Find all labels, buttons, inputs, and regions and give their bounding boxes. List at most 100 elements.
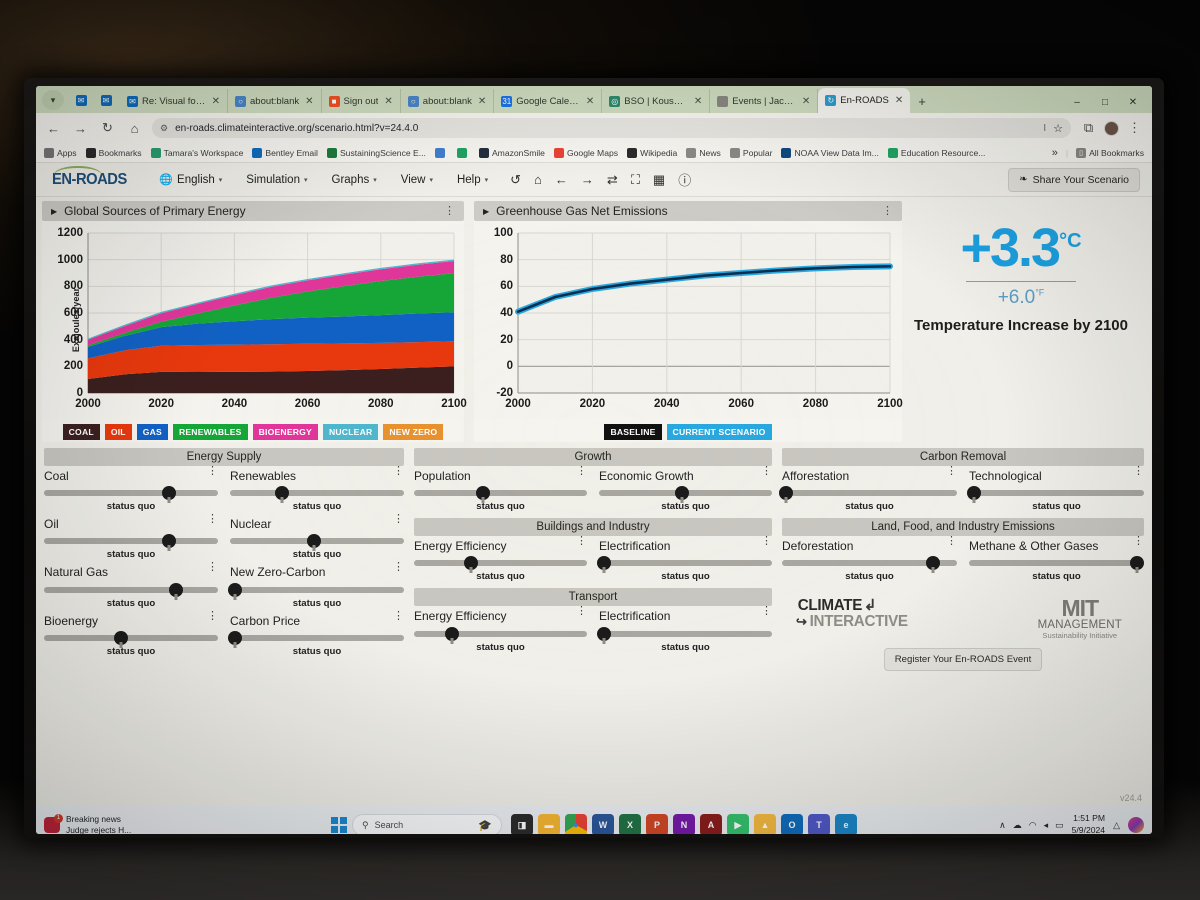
legend-item-nuclear[interactable]: NUCLEAR — [322, 424, 379, 440]
slider-menu-icon[interactable]: ⋮ — [946, 466, 957, 476]
forward-arrow-icon[interactable]: → — [581, 172, 594, 187]
slider-knob[interactable] — [778, 486, 793, 501]
slider-menu-icon[interactable]: ⋮ — [1133, 466, 1144, 476]
browser-tab-6[interactable]: Events | Jacob's ✕ — [710, 89, 819, 113]
fullscreen-icon[interactable]: ⛶ — [631, 172, 640, 188]
slider-track[interactable] — [967, 486, 1144, 501]
windows-logo-icon[interactable] — [331, 817, 347, 833]
slider-track[interactable] — [414, 556, 587, 571]
all-bookmarks-button[interactable]: ▯ All Bookmarks — [1076, 147, 1144, 158]
tab-close-button[interactable]: ✕ — [210, 96, 222, 107]
browser-tab-5[interactable]: ◎ BSO | Koussevit ✕ — [602, 89, 711, 113]
slider-economic-growth[interactable]: Economic Growth ⋮ status quo — [599, 466, 772, 518]
slider-knob[interactable] — [162, 534, 177, 549]
share-scenario-button[interactable]: ❧ Share Your Scenario — [1008, 167, 1140, 192]
slider-afforestation[interactable]: Afforestation ⋮ status quo — [778, 466, 957, 518]
register-event-button[interactable]: Register Your En-ROADS Event — [883, 648, 1043, 672]
browser-tab-2[interactable]: ■ Sign out ✕ — [322, 89, 401, 113]
bookmark-5[interactable] — [434, 147, 448, 158]
bookmarks-overflow-button[interactable]: » — [1052, 147, 1058, 159]
slider-renewables[interactable]: Renewables ⋮ status quo — [230, 466, 404, 518]
slider-track[interactable] — [230, 534, 404, 549]
slider-knob[interactable] — [275, 486, 290, 501]
address-bar[interactable]: ⚙ en-roads.climateinteractive.org/scenar… — [152, 118, 1071, 138]
slider-knob[interactable] — [306, 534, 321, 549]
slider-menu-icon[interactable]: ⋮ — [207, 611, 218, 621]
account-badge-icon[interactable] — [1128, 817, 1144, 833]
slider-track[interactable] — [230, 486, 404, 501]
slider-track[interactable] — [778, 486, 957, 501]
bookmark-8[interactable]: Google Maps — [553, 147, 618, 158]
primary-energy-card-header[interactable]: ▶ Global Sources of Primary Energy ⋮ — [42, 201, 464, 221]
slider-electrification[interactable]: Electrification ⋮ status quo — [597, 607, 772, 658]
enroads-logo[interactable]: EN-ROADS — [52, 165, 143, 189]
slider-menu-icon[interactable]: ⋮ — [946, 536, 957, 546]
bookmark-13[interactable]: Education Resource... — [887, 147, 985, 158]
back-button[interactable]: ← — [44, 119, 63, 138]
reset-icon[interactable]: ⇄ — [607, 172, 618, 188]
ghg-emissions-card-header[interactable]: ▶ Greenhouse Gas Net Emissions ⋮ — [474, 201, 902, 221]
tab-close-button[interactable]: ✕ — [382, 96, 394, 107]
browser-tab-1[interactable]: ○ about:blank ✕ — [228, 89, 322, 113]
slider-oil[interactable]: Oil ⋮ status quo — [44, 514, 218, 566]
pinned-tab-outlook-1[interactable]: ✉ — [70, 90, 92, 110]
slider-menu-icon[interactable]: ⋮ — [393, 466, 404, 476]
bookmark-10[interactable]: News — [686, 147, 721, 158]
slider-knob[interactable] — [464, 556, 479, 571]
slider-menu-icon[interactable]: ⋮ — [207, 466, 218, 476]
collapse-icon[interactable]: ▶ — [51, 207, 57, 216]
taskbar-edge-icon[interactable]: e — [835, 814, 857, 834]
tab-close-button[interactable]: ✕ — [893, 95, 905, 106]
taskbar-onenote-icon[interactable]: N — [673, 814, 695, 834]
legend-item-current-scenario[interactable]: CURRENT SCENARIO — [666, 424, 772, 440]
browser-tab-7[interactable]: ↻ En-ROADS ✕ — [818, 88, 911, 113]
browser-tab-3[interactable]: ○ about:blank ✕ — [401, 89, 495, 113]
taskbar-powerpoint-icon[interactable]: P — [646, 814, 668, 834]
slider-technological[interactable]: Technological ⋮ status quo — [967, 466, 1144, 518]
taskbar-word-icon[interactable]: W — [592, 814, 614, 834]
mit-logo[interactable]: MIT MANAGEMENT Sustainability Initiative — [1038, 597, 1122, 640]
slider-bioenergy[interactable]: Bioenergy ⋮ status quo — [44, 611, 218, 663]
taskbar-teams-icon[interactable]: T — [808, 814, 830, 834]
slider-coal[interactable]: Coal ⋮ status quo — [44, 466, 218, 518]
taskbar-media-player-icon[interactable]: ▶ — [727, 814, 749, 834]
slider-knob[interactable] — [113, 630, 128, 645]
taskbar-taskview-icon[interactable]: ◨ — [511, 814, 533, 834]
legend-item-baseline[interactable]: BASELINE — [604, 424, 662, 440]
slider-knob[interactable] — [1130, 556, 1144, 571]
slider-methane-other-gases[interactable]: Methane & Other Gases ⋮ status quo — [969, 536, 1144, 588]
legend-item-new-zero[interactable]: NEW ZERO — [383, 424, 444, 440]
slider-knob[interactable] — [162, 486, 177, 501]
slider-energy-efficiency[interactable]: Energy Efficiency ⋮ status quo — [414, 607, 587, 658]
tab-close-button[interactable]: ✕ — [800, 96, 812, 107]
taskbar-search[interactable]: ⚲ Search 🎓 — [352, 814, 502, 834]
legend-item-coal[interactable]: COAL — [62, 424, 100, 440]
close-window-button[interactable]: ✕ — [1120, 91, 1146, 113]
bookmark-6[interactable] — [456, 147, 470, 158]
slider-menu-icon[interactable]: ⋮ — [393, 514, 404, 524]
chrome-menu-icon[interactable]: ⋮ — [1125, 119, 1144, 138]
slider-natural-gas[interactable]: Natural Gas ⋮ status quo — [44, 563, 218, 614]
slider-menu-icon[interactable]: ⋮ — [393, 611, 404, 621]
tab-close-button[interactable]: ✕ — [476, 96, 488, 107]
taskbar-excel-icon[interactable]: X — [619, 814, 641, 834]
browser-tab-0[interactable]: ✉ Re: Visual for ad ✕ — [120, 89, 228, 113]
app-menu-graphs[interactable]: Graphs ▾ — [320, 174, 389, 186]
home-button[interactable]: ⌂ — [125, 119, 144, 138]
slider-track[interactable] — [597, 626, 772, 641]
pinned-tab-outlook-2[interactable]: ✉ — [95, 90, 117, 110]
legend-item-oil[interactable]: OIL — [104, 424, 132, 440]
slider-knob[interactable] — [675, 486, 690, 501]
bookmark-7[interactable]: AmazonSmile — [478, 147, 545, 158]
bookmark-1[interactable]: Bookmarks — [85, 147, 142, 158]
tab-close-button[interactable]: ✕ — [584, 96, 596, 107]
tray-wifi-icon[interactable]: ◠ — [1029, 820, 1037, 831]
back-arrow-icon[interactable]: ← — [555, 172, 568, 187]
collapse-icon[interactable]: ▶ — [483, 207, 489, 216]
slider-track[interactable] — [228, 630, 404, 645]
tab-search-dropdown[interactable]: ▾ — [42, 90, 64, 110]
taskbar-chrome-icon[interactable]: ● — [565, 814, 587, 834]
climate-interactive-logo[interactable]: CLIMATE ↲ ↪ INTERACTIVE — [796, 598, 910, 629]
slider-track[interactable] — [597, 556, 772, 571]
slider-track[interactable] — [599, 486, 772, 501]
